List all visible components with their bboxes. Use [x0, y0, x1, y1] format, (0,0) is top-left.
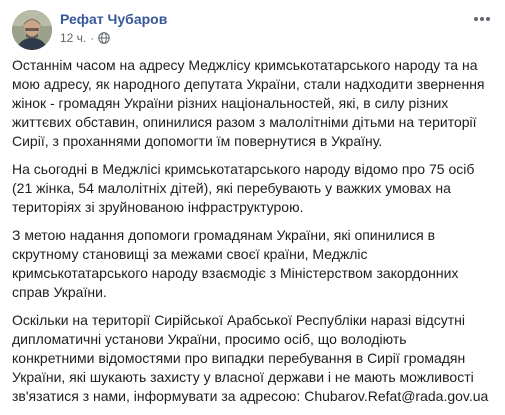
meta-separator: ·: [90, 31, 95, 45]
post-paragraph-1: Останнім часом на адресу Меджлісу кримсь…: [12, 57, 485, 149]
ellipsis-icon[interactable]: [471, 12, 493, 26]
post-paragraph-3: З метою надання допомоги громадянам Укра…: [12, 227, 459, 300]
author-name[interactable]: Рефат Чубаров: [60, 10, 167, 28]
post-meta: 12 ч. ·: [60, 30, 111, 46]
contact-email[interactable]: Chubarov.Refat@rada.gov.ua: [304, 388, 488, 404]
post-paragraph-4: Оскільки на території Сирійської Арабськ…: [12, 311, 490, 406]
facebook-post: Рефат Чубаров 12 ч. · Останнім часом на …: [0, 0, 505, 405]
post-timestamp[interactable]: 12 ч.: [60, 30, 86, 46]
avatar-photo: [12, 10, 52, 50]
post-body: Останнім часом на адресу Меджлісу кримсь…: [12, 56, 490, 415]
post-header: Рефат Чубаров 12 ч. ·: [12, 10, 493, 52]
author-avatar[interactable]: [12, 10, 52, 50]
globe-icon[interactable]: [98, 32, 111, 44]
post-paragraph-2: На сьогодні в Меджлісі кримськотатарсько…: [12, 161, 475, 215]
